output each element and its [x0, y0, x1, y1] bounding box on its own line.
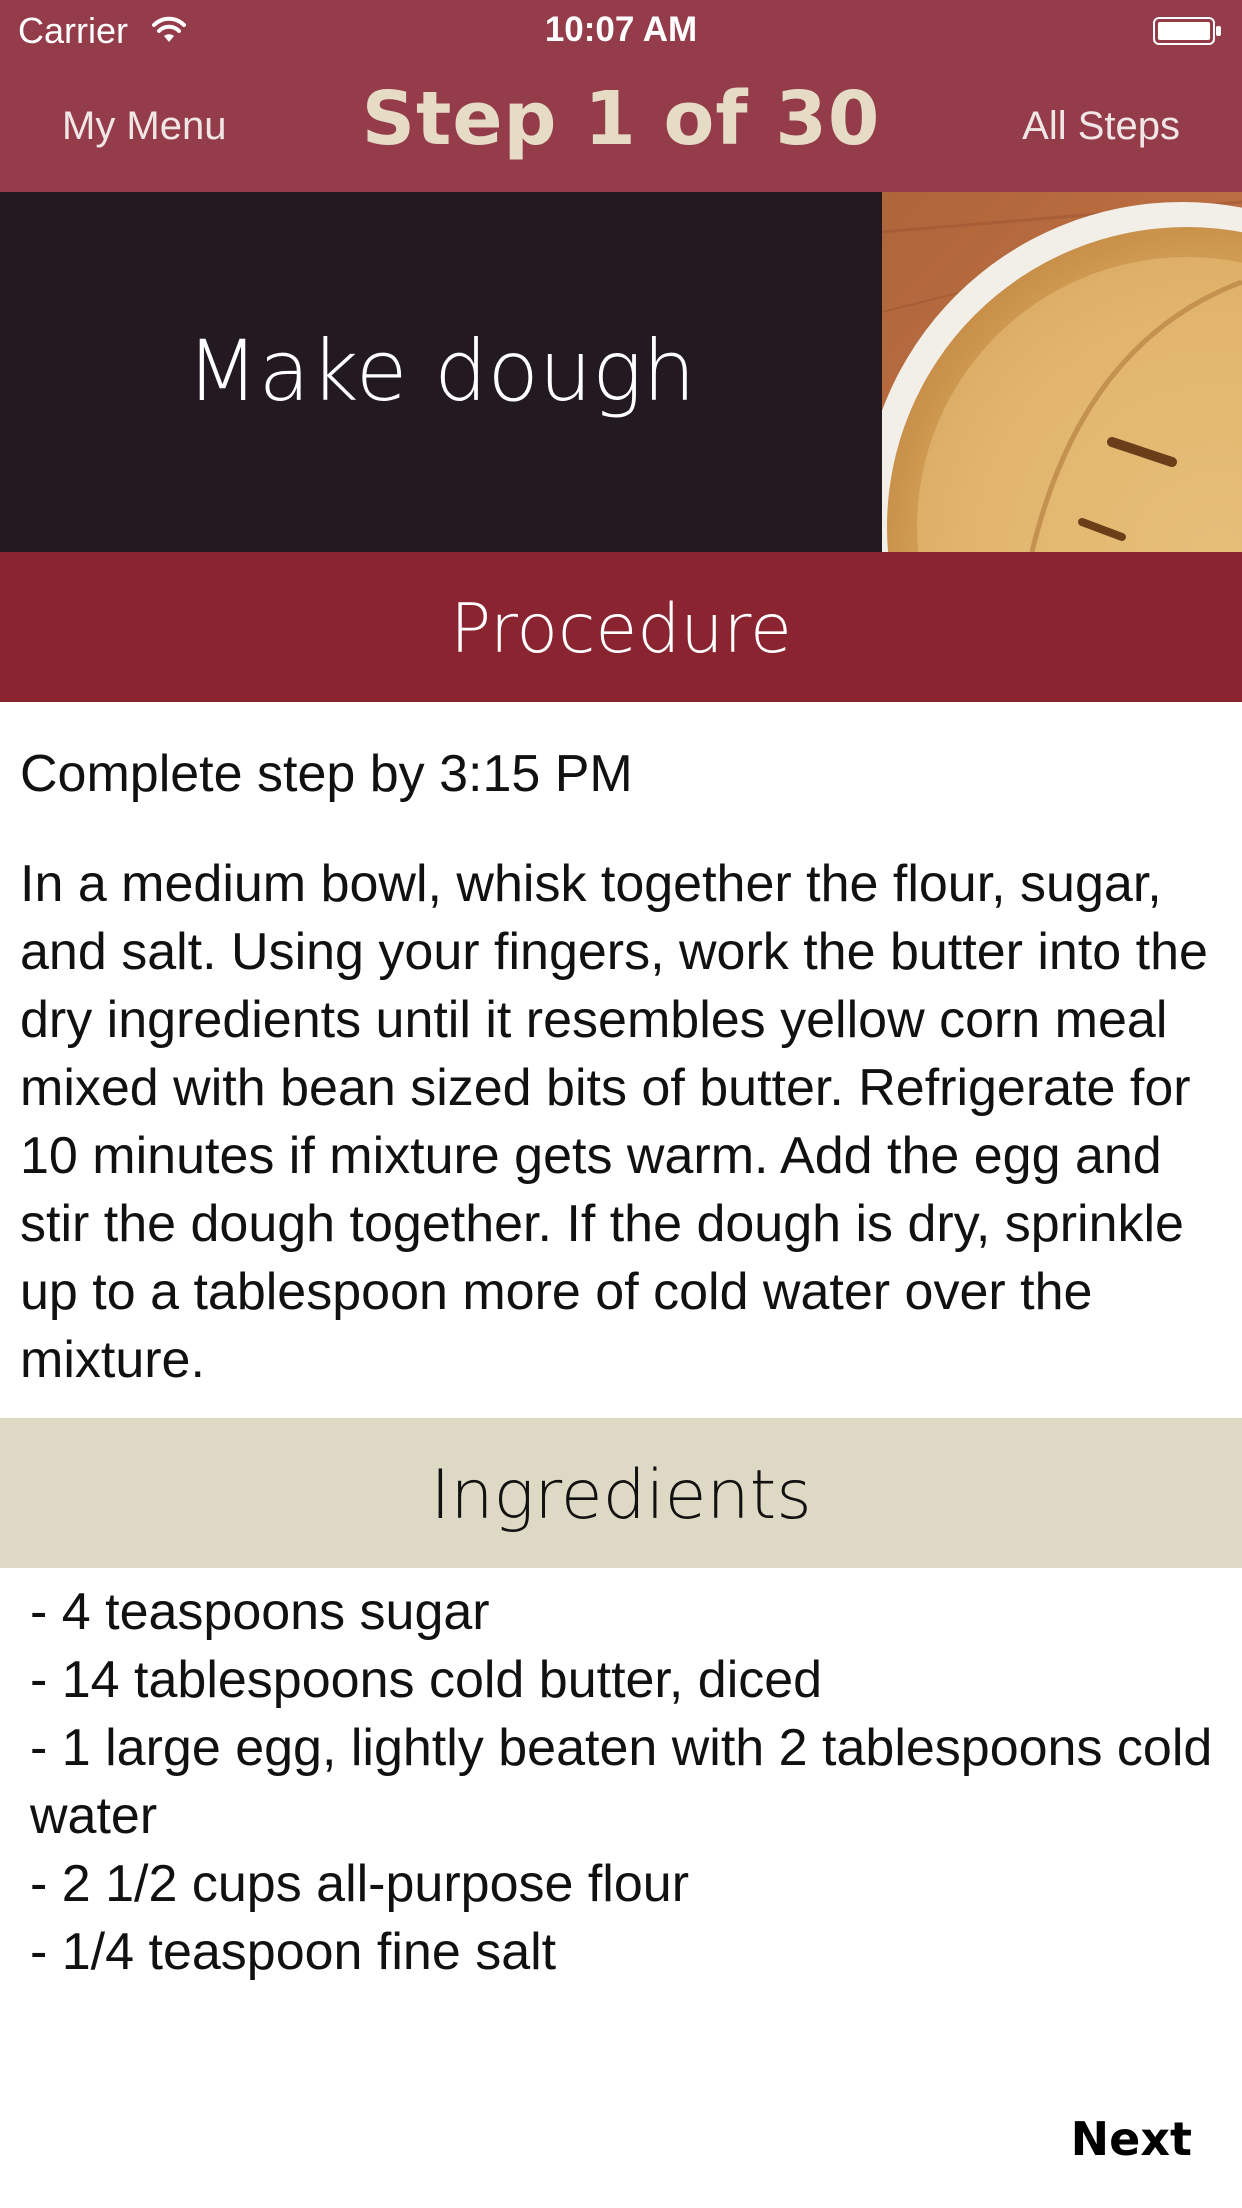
step-deadline: Complete step by 3:15 PM	[20, 745, 633, 803]
ingredients-list: - 4 teaspoons sugar - 14 tablespoons col…	[30, 1578, 1220, 1986]
pie-photo	[882, 192, 1242, 552]
ingredient-item: - 14 tablespoons cold butter, diced	[30, 1651, 823, 1709]
ingredients-header: Ingredients	[0, 1418, 1242, 1568]
procedure-heading: Procedure	[450, 590, 792, 669]
pie-image-icon	[882, 192, 1242, 552]
step-hero: Make dough	[0, 192, 1242, 552]
procedure-text: In a medium bowl, whisk together the flo…	[20, 855, 1208, 1389]
status-time: 10:07 AM	[544, 10, 698, 49]
ingredient-item: - 1 large egg, lightly beaten with 2 tab…	[30, 1719, 1213, 1845]
ingredient-item: - 4 teaspoons sugar	[30, 1583, 490, 1641]
ingredient-item: - 2 1/2 cups all-purpose flour	[30, 1855, 690, 1913]
ingredient-item: - 1/4 teaspoon fine salt	[30, 1923, 557, 1981]
status-bar: Carrier 10:07 AM	[0, 0, 1242, 62]
step-title-panel: Make dough	[0, 192, 882, 552]
next-button[interactable]: Next	[1071, 2112, 1192, 2166]
ingredients-heading: Ingredients	[430, 1456, 812, 1535]
step-title: Make dough	[186, 322, 696, 420]
nav-bar: Carrier 10:07 AM My Menu Step 1 of 30 Al…	[0, 0, 1242, 192]
all-steps-button[interactable]: All Steps	[1022, 104, 1180, 149]
battery-icon	[1153, 17, 1221, 45]
procedure-header: Procedure	[0, 552, 1242, 702]
